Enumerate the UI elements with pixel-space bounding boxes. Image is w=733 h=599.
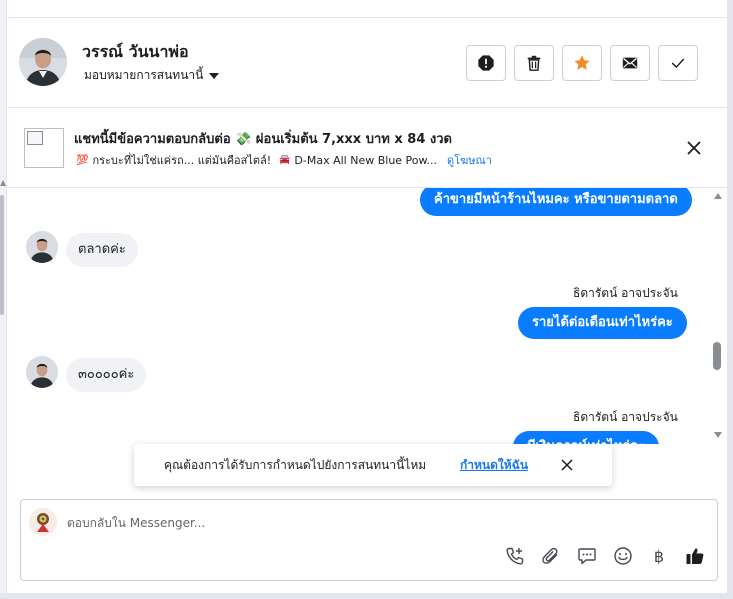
toast-message: คุณต้องการได้รับการกำหนดไปยังการสนทนานี้… bbox=[164, 458, 427, 472]
close-icon bbox=[687, 141, 701, 155]
scrollbar-thumb[interactable] bbox=[713, 342, 721, 370]
paperclip-icon bbox=[542, 547, 558, 564]
message-outgoing[interactable]: ค้าขายมีหน้าร้านไหมคะ หรือขายตามตลาด bbox=[420, 188, 692, 216]
sender-name: ธิดารัตน์ อาจประจัน bbox=[573, 286, 678, 300]
scroll-up-arrow-icon[interactable] bbox=[714, 193, 722, 199]
page-avatar bbox=[29, 508, 57, 536]
thread-scrollbar[interactable] bbox=[712, 190, 724, 442]
star-button[interactable] bbox=[562, 45, 602, 81]
saved-replies-button[interactable] bbox=[577, 546, 597, 566]
page-logo-icon bbox=[29, 508, 57, 536]
composer-tools: ฿ bbox=[505, 546, 705, 566]
quick-reply-icon bbox=[578, 548, 596, 565]
conversation-header: วรรณ์ วันนาพ่อ มอบหมายการสนทนานี้ bbox=[8, 18, 727, 108]
header-actions bbox=[466, 45, 698, 81]
scroll-down-arrow-icon[interactable] bbox=[714, 432, 722, 438]
mark-unread-button[interactable] bbox=[610, 45, 650, 81]
baht-icon: ฿ bbox=[653, 546, 665, 566]
assign-label: มอบหมายการสนทนานี้ bbox=[84, 68, 204, 82]
mark-spam-button[interactable] bbox=[466, 45, 506, 81]
left-scrollbar-thumb[interactable] bbox=[0, 195, 4, 315]
emoji-icon bbox=[614, 547, 632, 565]
hundred-emoji: 💯 bbox=[76, 154, 89, 166]
ad-sub-text-1: กระบะที่ไม่ใช่แค่รถ... แต่มันคือสไตล์! bbox=[92, 154, 272, 167]
person-photo-icon bbox=[26, 231, 58, 263]
mark-done-button[interactable] bbox=[658, 45, 698, 81]
envelope-icon bbox=[622, 57, 638, 69]
call-button[interactable] bbox=[505, 546, 525, 566]
reply-input[interactable] bbox=[67, 512, 687, 534]
ad-title: แชทนี้มีข้อความตอบกลับต่อ 💸 ผ่อนเริ่มต้น… bbox=[74, 128, 452, 149]
ad-subtitle: 💯 กระบะที่ไม่ใช่แค่รถ... แต่มันคือสไตล์!… bbox=[76, 151, 492, 169]
person-photo-icon bbox=[26, 356, 58, 388]
ad-context-banner: แชทนี้มีข้อความตอบกลับต่อ 💸 ผ่อนเริ่มต้น… bbox=[8, 108, 727, 188]
contact-avatar-small bbox=[26, 231, 58, 263]
ad-title-suffix: ผ่อนเริ่มต้น 7,xxx บาท x 84 งวด bbox=[255, 132, 452, 147]
window-border-right bbox=[727, 0, 733, 599]
emoji-button[interactable] bbox=[613, 546, 633, 566]
message-outgoing[interactable]: รายได้ต่อเดือนเท่าไหร่คะ bbox=[518, 307, 687, 339]
phone-plus-icon bbox=[506, 547, 524, 565]
assign-to-me-link[interactable]: กำหนดให้ฉัน bbox=[460, 456, 528, 475]
reply-composer: ฿ bbox=[20, 499, 718, 581]
contact-name: วรรณ์ วันนาพ่อ bbox=[82, 42, 189, 61]
window-border-bottom bbox=[0, 593, 733, 599]
star-icon bbox=[574, 55, 590, 70]
car-emoji: 🚘 bbox=[279, 155, 291, 165]
assign-toast: คุณต้องการได้รับการกำหนดไปยังการสนทนานี้… bbox=[134, 444, 612, 486]
ad-title-text: แชทนี้มีข้อความตอบกลับต่อ bbox=[74, 132, 231, 147]
contact-avatar-small bbox=[26, 356, 58, 388]
sender-name: ธิดารัตน์ อาจประจัน bbox=[573, 410, 678, 424]
money-emoji: 💸 bbox=[235, 132, 252, 147]
message-outgoing[interactable]: มีเงินดาวน์เท่าไหร่คะ bbox=[513, 431, 660, 444]
check-icon bbox=[671, 58, 685, 68]
ad-thumbnail[interactable] bbox=[24, 128, 64, 168]
message-incoming[interactable]: ตลาดค่ะ bbox=[66, 233, 138, 267]
view-ad-link[interactable]: ดูโฆษณา bbox=[447, 151, 492, 169]
contact-avatar[interactable] bbox=[19, 38, 67, 86]
alert-icon bbox=[478, 55, 494, 71]
like-button[interactable] bbox=[685, 546, 705, 566]
ad-sub-text-2: D-Max All New Blue Pow... bbox=[294, 153, 438, 167]
top-strip bbox=[8, 0, 727, 18]
delete-button[interactable] bbox=[514, 45, 554, 81]
toast-close-button[interactable] bbox=[558, 456, 576, 474]
payment-button[interactable]: ฿ bbox=[649, 546, 669, 566]
caret-down-icon bbox=[209, 73, 220, 79]
message-incoming[interactable]: ๓๐๐๐๐ค่ะ bbox=[66, 358, 147, 392]
ad-close-button[interactable] bbox=[684, 138, 704, 158]
message-thread[interactable]: ค้าขายมีหน้าร้านไหมคะ หรือขายตามตลาด ตลา… bbox=[8, 188, 727, 444]
trash-icon bbox=[527, 55, 541, 71]
thumbs-up-icon bbox=[686, 548, 704, 564]
assign-dropdown[interactable]: มอบหมายการสนทนานี้ bbox=[84, 66, 220, 85]
left-scroll-up-icon[interactable]: ▲ bbox=[0, 178, 6, 187]
person-photo-icon bbox=[19, 38, 67, 86]
attach-button[interactable] bbox=[541, 546, 561, 566]
close-icon bbox=[561, 459, 573, 471]
